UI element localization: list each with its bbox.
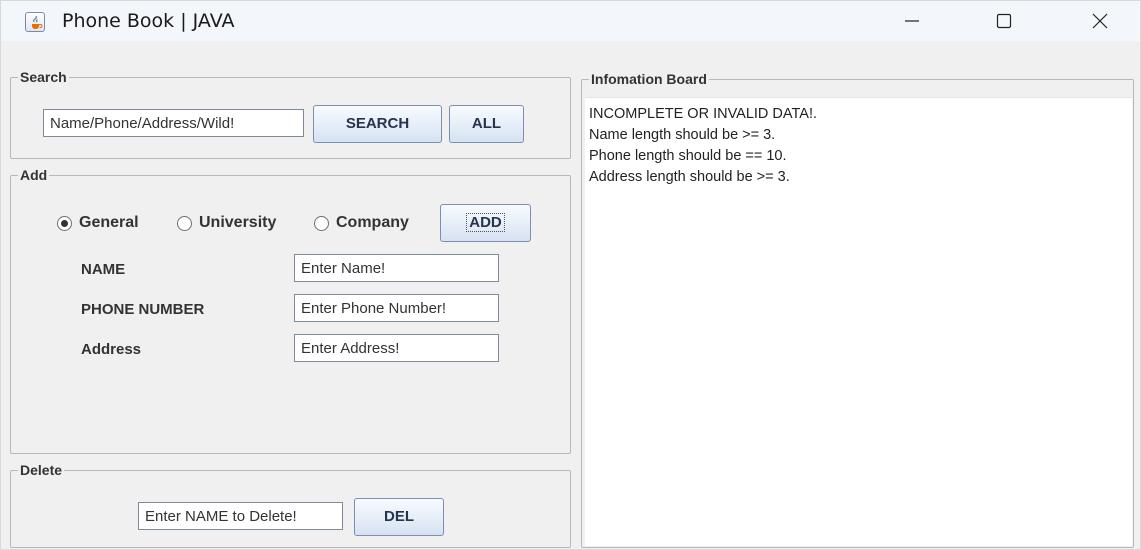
info-line: INCOMPLETE OR INVALID DATA!. <box>589 106 818 122</box>
title-bar[interactable]: Phone Book | JAVA <box>1 1 1140 41</box>
search-legend: Search <box>18 69 69 85</box>
all-button-label: ALL <box>471 115 502 132</box>
address-input[interactable] <box>294 334 499 362</box>
phone-input[interactable] <box>294 294 499 322</box>
info-line: Address length should be >= 3. <box>589 169 790 185</box>
minimize-icon <box>905 20 919 22</box>
search-button[interactable]: SEARCH <box>313 105 442 143</box>
delete-name-input[interactable] <box>138 502 343 530</box>
delete-button[interactable]: DEL <box>354 498 444 536</box>
name-label: NAME <box>81 261 126 278</box>
search-group: Search SEARCH ALL <box>10 69 571 159</box>
add-legend: Add <box>18 167 50 183</box>
close-icon <box>1092 13 1108 29</box>
java-cup-icon <box>25 12 45 32</box>
radio-company-label: Company <box>336 214 409 231</box>
delete-legend: Delete <box>18 462 65 478</box>
radio-company[interactable]: Company <box>314 213 409 233</box>
information-board-group: Infomation Board INCOMPLETE OR INVALID D… <box>581 71 1134 548</box>
delete-button-label: DEL <box>384 508 414 525</box>
info-line: Phone length should be == 10. <box>589 148 787 164</box>
app-window: Phone Book | JAVA Search SEARCH ALL Add <box>0 0 1141 550</box>
radio-general-label: General <box>79 214 139 231</box>
add-group: Add General University Company ADD NAME … <box>10 167 571 454</box>
search-input[interactable] <box>43 109 304 137</box>
radio-general[interactable]: General <box>57 213 139 233</box>
info-line: Name length should be >= 3. <box>589 127 776 143</box>
radio-university-label: University <box>199 214 277 231</box>
delete-group: Delete DEL <box>10 462 571 548</box>
maximize-icon <box>996 13 1012 29</box>
window-title: Phone Book | JAVA <box>62 10 235 32</box>
radio-university[interactable]: University <box>177 213 276 233</box>
radio-company-indicator <box>314 215 329 231</box>
all-button[interactable]: ALL <box>449 105 524 143</box>
information-board-legend: Infomation Board <box>589 71 709 87</box>
maximize-button[interactable] <box>981 1 1027 41</box>
radio-university-indicator <box>177 215 192 231</box>
radio-general-indicator <box>57 215 72 231</box>
phone-label: PHONE NUMBER <box>81 301 205 318</box>
name-input[interactable] <box>294 254 499 282</box>
address-label: Address <box>81 341 142 358</box>
close-button[interactable] <box>1077 1 1123 41</box>
information-board-text[interactable]: INCOMPLETE OR INVALID DATA!. Name length… <box>585 97 1132 546</box>
minimize-button[interactable] <box>889 1 935 41</box>
search-button-label: SEARCH <box>345 115 410 132</box>
add-button-label: ADD <box>466 213 505 232</box>
add-button[interactable]: ADD <box>440 204 531 242</box>
